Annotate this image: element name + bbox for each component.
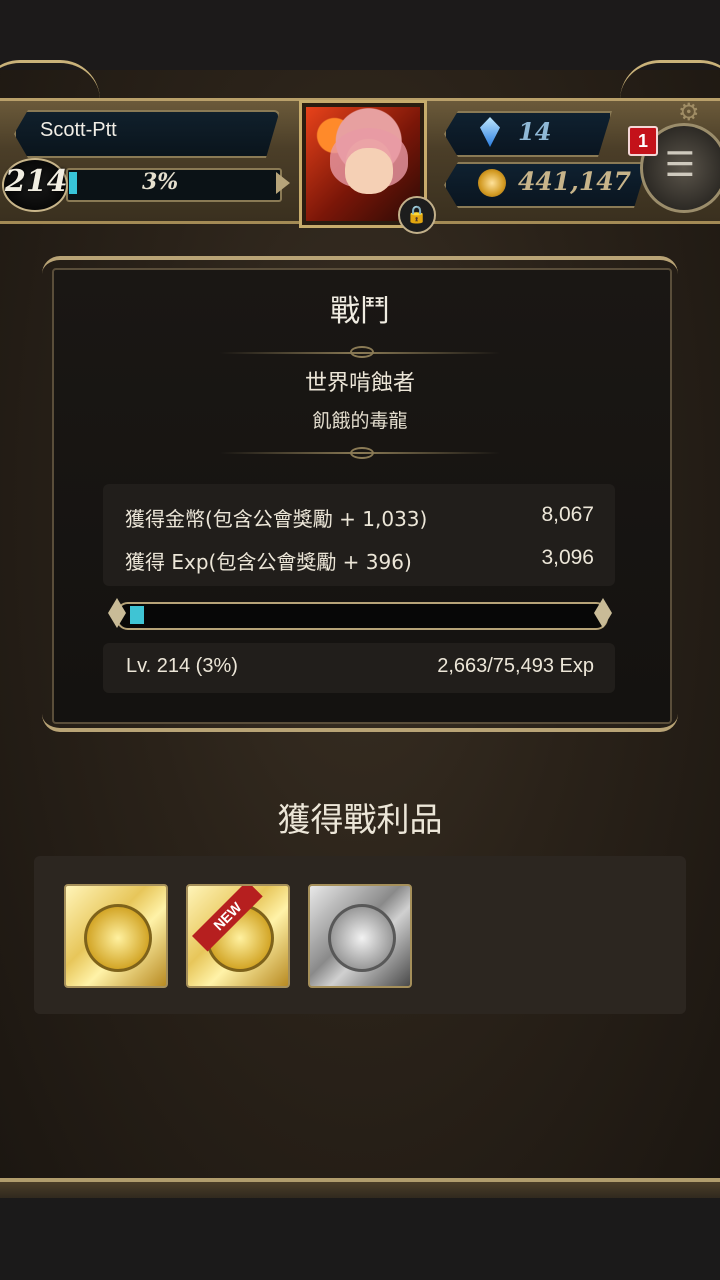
reward-exp-label: 獲得 Exp(包含公會獎勵 + 396)	[125, 550, 412, 574]
player-exp-percent: 3%	[142, 169, 179, 195]
level-progress-bar	[116, 602, 608, 630]
battle-title: 戰鬥	[330, 294, 390, 329]
gold-coin-icon	[478, 169, 506, 197]
loot-item-2[interactable]: NEW	[186, 884, 290, 988]
reward-gold-label: 獲得金幣(包含公會獎勵 + 1,033)	[125, 507, 428, 531]
coin-card-icon	[84, 904, 152, 972]
divider-ornament-bottom	[350, 447, 374, 459]
gear-icon: ⚙	[678, 98, 700, 126]
stage-name: 世界啃蝕者	[304, 371, 415, 396]
notification-badge: 1	[628, 126, 658, 156]
loot-item-3[interactable]	[308, 884, 412, 988]
gold-count: 441,147	[518, 167, 632, 196]
player-exp-fill	[69, 172, 77, 194]
avatar-face	[345, 148, 393, 194]
header-ornament-left	[0, 60, 100, 103]
gem-count: 14	[518, 117, 552, 146]
boss-name: 飢餓的毒龍	[312, 410, 408, 432]
exp-label: 2,663/75,493 Exp	[437, 655, 594, 677]
panel-ornament-bottom	[42, 706, 678, 732]
exp-arrow-icon	[276, 172, 290, 194]
player-name: Scott-Ptt	[40, 119, 117, 141]
header-ornament-right	[620, 60, 720, 103]
lock-icon[interactable]: 🔒	[398, 196, 436, 234]
bottom-border	[0, 1198, 720, 1280]
loot-item-1[interactable]	[64, 884, 168, 988]
panel-ornament-top	[42, 256, 678, 286]
divider-ornament-top	[350, 346, 374, 358]
player-level: 214	[5, 164, 68, 199]
level-progress-fill	[130, 606, 144, 624]
menu-icon: ☰	[664, 145, 696, 185]
loot-title: 獲得戰利品	[277, 800, 443, 839]
silver-card-icon	[328, 904, 396, 972]
level-label: Lv. 214 (3%)	[126, 655, 238, 677]
reward-exp-value: 3,096	[541, 546, 594, 569]
reward-gold-value: 8,067	[541, 503, 594, 526]
